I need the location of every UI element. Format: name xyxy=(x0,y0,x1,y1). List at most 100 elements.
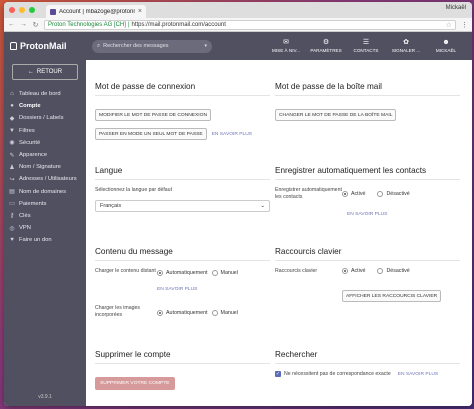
sidebar-item-label: Dossiers / Labels xyxy=(19,115,64,122)
minimize-window-button[interactable] xyxy=(19,7,25,13)
nav-contacts[interactable]: ☰ CONTACTS xyxy=(346,39,386,53)
show-shortcuts-button[interactable]: AFFICHER LES RACCOURCIS CLAVIER xyxy=(342,289,442,302)
browser-window: Account | mbazoge@protonm × Mickaël ← → … xyxy=(4,2,472,406)
embedded-manual-radio[interactable]: Manuel xyxy=(211,307,238,318)
learn-more-link[interactable]: EN SAVOIR PLUS xyxy=(157,287,197,292)
section-title: Supprimer le compte xyxy=(95,350,270,364)
back-button[interactable]: ← RETOUR xyxy=(12,64,78,80)
forward-arrow-icon[interactable]: → xyxy=(20,21,27,28)
server-icon: ▤ xyxy=(9,189,15,196)
protonmail-logo[interactable]: ProtonMail xyxy=(4,32,86,60)
sidebar-item-domains[interactable]: ▤ Nom de domaines xyxy=(4,186,86,198)
language-select[interactable]: Français ⌄ xyxy=(95,199,270,212)
sidebar-item-name-signature[interactable]: ♟ Nom / Signature xyxy=(4,161,86,173)
top-nav: ✉ MISE À NIV... ⚙ PARAMÈTRES ☰ CONTACTS ✿ SI… xyxy=(266,39,466,53)
radio-label: Activé xyxy=(351,268,366,275)
sidebar-item-label: Faire un don xyxy=(19,237,52,244)
learn-more-link[interactable]: EN SAVOIR PLUS xyxy=(212,132,252,137)
paintbrush-icon: ✎ xyxy=(9,152,15,159)
single-password-mode-button[interactable]: PASSER EN MODE UN SEUL MOT DE PASSE xyxy=(95,128,207,140)
sidebar-item-account[interactable]: ● Compte xyxy=(4,100,86,112)
sidebar-item-payments[interactable]: ▭ Paiements xyxy=(4,198,86,210)
address-bar[interactable]: Proton Technologies AG [CH] | https://ma… xyxy=(44,19,456,30)
back-arrow-icon[interactable]: ← xyxy=(8,21,15,28)
nav-upgrade-label: MISE À NIV... xyxy=(272,48,300,53)
remote-manual-radio[interactable]: Manuel xyxy=(211,270,238,276)
browser-menu-icon[interactable]: ⋮ xyxy=(461,21,468,29)
autosave-off-radio[interactable]: Désactivé xyxy=(377,188,410,200)
maximize-window-button[interactable] xyxy=(29,7,35,13)
learn-more-link[interactable]: EN SAVOIR PLUS xyxy=(398,372,438,377)
url-separator: | xyxy=(127,21,130,28)
nav-settings-label: PARAMÈTRES xyxy=(310,48,342,53)
chevron-down-icon: ⌄ xyxy=(260,202,265,209)
window-controls xyxy=(9,7,35,13)
sidebar-item-folders-labels[interactable]: ◆ Dossiers / Labels xyxy=(4,112,86,124)
browser-tab[interactable]: Account | mbazoge@protonm × xyxy=(46,5,146,18)
radio-unchecked-icon xyxy=(377,191,384,197)
shortcuts-off-radio[interactable]: Désactivé xyxy=(377,268,410,275)
sidebar-item-vpn[interactable]: ◎ VPN xyxy=(4,222,86,234)
radio-label: Désactivé xyxy=(386,268,410,275)
sidebar-item-security[interactable]: ◉ Sécurité xyxy=(4,137,86,149)
autosave-label: Enregistrer automatiquement les contacts xyxy=(275,187,342,200)
nav-report-label: SIGNALER ... xyxy=(391,48,421,53)
protonmail-logo-icon xyxy=(10,42,17,50)
keyboard-shortcuts-section: Raccourcis clavier Raccourcis clavier Ac… xyxy=(275,247,460,302)
nav-user-label: MICKAËL xyxy=(435,48,457,53)
secure-origin-label: Proton Technologies AG [CH] xyxy=(48,21,126,28)
remote-auto-radio[interactable]: Automatiquement xyxy=(157,270,208,276)
radio-label: Manuel xyxy=(220,309,238,316)
change-mailbox-password-button[interactable]: CHANGER LE MOT DE PASSE DE LA BOÎTE MAIL xyxy=(275,109,397,121)
shortcuts-on-radio[interactable]: Activé xyxy=(342,268,365,275)
sidebar-item-addresses-users[interactable]: ↪ Adresses / Utilisateurs xyxy=(4,173,86,185)
search-placeholder: Rechercher des messages xyxy=(103,43,169,49)
bug-icon: ✿ xyxy=(403,39,409,46)
nav-report-bug[interactable]: ✿ SIGNALER ... xyxy=(386,39,426,53)
nav-upgrade[interactable]: ✉ MISE À NIV... xyxy=(266,39,306,53)
sidebar-item-label: Paiements xyxy=(19,200,47,207)
nav-settings[interactable]: ⚙ PARAMÈTRES xyxy=(306,39,346,53)
section-title: Enregistrer automatiquement les contacts xyxy=(275,166,460,180)
search-icon: ⌕ xyxy=(97,42,101,49)
search-input[interactable]: ⌕ Rechercher des messages ▾ xyxy=(92,39,212,53)
sidebar-item-appearance[interactable]: ✎ Apparence xyxy=(4,149,86,161)
browser-toolbar: ← → ↻ Proton Technologies AG [CH] | http… xyxy=(4,18,472,32)
credit-card-icon: ▭ xyxy=(9,201,15,208)
tab-strip: Account | mbazoge@protonm × Mickaël xyxy=(4,2,472,18)
sidebar-item-label: Compte xyxy=(19,103,41,110)
top-bar: ⌕ Rechercher des messages ▾ ✉ MISE À NIV.… xyxy=(86,32,472,60)
bookmark-star-icon[interactable]: ☆ xyxy=(446,21,452,29)
upgrade-icon: ✉ xyxy=(283,39,289,46)
exact-match-checkbox[interactable]: ✓ xyxy=(275,371,281,378)
learn-more-link[interactable]: EN SAVOIR PLUS xyxy=(347,212,387,217)
user-icon: ☻ xyxy=(442,39,450,46)
delete-account-button[interactable]: SUPPRIMER VOTRE COMPTE xyxy=(95,377,175,390)
language-section: Langue Sélectionnez la langue par défaut… xyxy=(95,166,270,212)
section-title: Mot de passe de connexion xyxy=(95,82,270,96)
sidebar-item-dashboard[interactable]: ⌂ Tableau de bord xyxy=(4,88,86,100)
sidebar-item-filters[interactable]: ▼ Filtres xyxy=(4,125,86,137)
sidebar-item-label: VPN xyxy=(19,225,31,232)
chevron-down-icon[interactable]: ▾ xyxy=(204,43,207,49)
exact-match-label: Ne nécessitent pas de correspondance exa… xyxy=(284,371,391,377)
autosave-on-radio[interactable]: Activé xyxy=(342,188,365,200)
sidebar-item-donate[interactable]: ♥ Faire un don xyxy=(4,234,86,246)
radio-label: Automatiquement xyxy=(166,309,208,316)
reload-icon[interactable]: ↻ xyxy=(32,21,39,29)
filter-icon: ▼ xyxy=(9,127,15,134)
radio-label: Manuel xyxy=(220,270,238,276)
close-window-button[interactable] xyxy=(9,7,15,13)
change-login-password-button[interactable]: MODIFIER LE MOT DE PASSE DE CONNEXION xyxy=(95,109,211,121)
nav-user-menu[interactable]: ☻ MICKAËL xyxy=(426,39,466,53)
sidebar-item-label: Filtres xyxy=(19,127,35,134)
sidebar-item-keys[interactable]: ⚷ Clés xyxy=(4,210,86,222)
language-value: Français xyxy=(100,202,122,209)
settings-content: Mot de passe de connexion MODIFIER LE MO… xyxy=(86,60,472,406)
autosave-contacts-section: Enregistrer automatiquement les contacts… xyxy=(275,166,460,220)
embedded-auto-radio[interactable]: Automatiquement xyxy=(157,307,208,318)
person-icon: ♟ xyxy=(9,164,15,171)
tab-close-icon[interactable]: × xyxy=(138,8,142,15)
browser-profile-name[interactable]: Mickaël xyxy=(446,5,466,11)
section-title: Rechercher xyxy=(275,350,460,364)
